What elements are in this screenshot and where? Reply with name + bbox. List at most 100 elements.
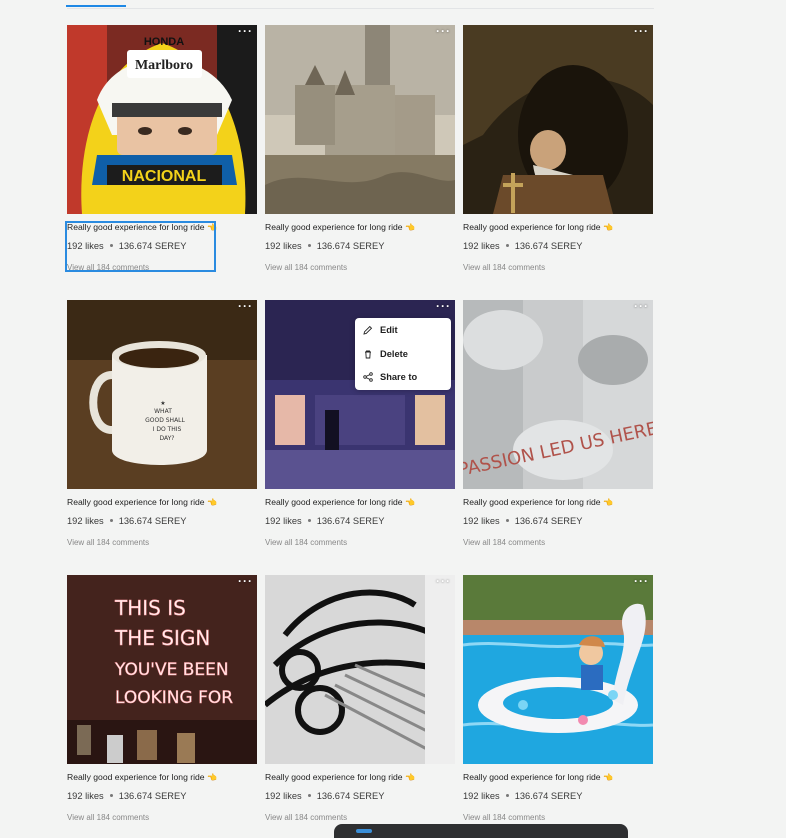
post-caption: Really good experience for long ride 👈 — [265, 497, 415, 507]
post-image[interactable]: ··· — [265, 575, 455, 764]
post-image[interactable]: ★ WHAT GOOD SHALL I DO THIS DAY? ··· — [67, 300, 257, 489]
amount-value: 136.674 SEREY — [514, 516, 583, 526]
pencil-icon — [363, 325, 373, 335]
menu-item-label: Delete — [380, 349, 408, 359]
caption-emoji: 👈 — [602, 223, 613, 232]
amount-value: 136.674 SEREY — [118, 516, 187, 526]
post-stats: 192 likes 136.674 SEREY — [265, 516, 384, 526]
more-options-icon[interactable]: ··· — [436, 25, 451, 37]
helmet-sponsor-text: Marlboro — [135, 58, 193, 73]
view-comments-link[interactable]: View all 184 comments — [463, 813, 545, 822]
likes-count: 192 likes — [463, 241, 500, 251]
more-options-icon[interactable]: ··· — [238, 575, 253, 587]
tab-bar — [67, 0, 654, 9]
caption-emoji: 👈 — [404, 223, 415, 232]
caption-text: Really good experience for long ride — [265, 497, 403, 507]
caption-text: Really good experience for long ride — [265, 222, 403, 232]
more-options-icon[interactable]: ··· — [634, 25, 649, 37]
post-stats: 192 likes 136.674 SEREY — [463, 791, 582, 801]
likes-count: 192 likes — [463, 791, 500, 801]
more-options-icon[interactable]: ··· — [238, 300, 253, 312]
caption-emoji: 👈 — [404, 498, 415, 507]
caption-emoji: 👈 — [602, 498, 613, 507]
neon-line-4: LOOKING FOR — [115, 688, 233, 708]
helmet-top-text: HONDA — [144, 36, 184, 48]
likes-count: 192 likes — [463, 516, 500, 526]
caption-text: Really good experience for long ride — [463, 222, 601, 232]
separator-dot — [307, 244, 311, 247]
more-options-icon[interactable]: ··· — [238, 25, 253, 37]
mug-line-3: I DO THIS — [153, 426, 182, 433]
amount-value: 136.674 SEREY — [514, 241, 583, 251]
post-caption: Really good experience for long ride 👈 — [463, 222, 613, 232]
view-comments-link[interactable]: View all 184 comments — [265, 813, 347, 822]
view-comments-link[interactable]: View all 184 comments — [265, 263, 347, 272]
trash-icon — [363, 349, 373, 359]
post-image[interactable]: THIS IS THE SIGN YOU'VE BEEN LOOKING FOR… — [67, 575, 257, 764]
separator-dot — [505, 519, 509, 522]
post-image[interactable]: PASSION LED US HERE ··· — [463, 300, 653, 489]
view-comments-link[interactable]: View all 184 comments — [67, 538, 149, 547]
post-stats: 192 likes 136.674 SEREY — [463, 241, 582, 251]
post-image[interactable]: ··· — [463, 25, 653, 214]
post-image[interactable]: NACIONAL Marlboro HONDA ··· — [67, 25, 257, 214]
caption-emoji: 👈 — [206, 498, 217, 507]
separator-dot — [505, 794, 509, 797]
post-stats: 192 likes 136.674 SEREY — [67, 791, 186, 801]
amount-value: 136.674 SEREY — [316, 516, 385, 526]
neon-line-3: YOU'VE BEEN — [114, 660, 229, 680]
helmet-band-text: NACIONAL — [122, 168, 207, 185]
view-comments-link[interactable]: View all 184 comments — [463, 263, 545, 272]
amount-value: 136.674 SEREY — [514, 791, 583, 801]
menu-item-edit[interactable]: Edit — [355, 319, 451, 341]
more-options-icon[interactable]: ··· — [436, 575, 451, 587]
post-image[interactable]: ··· — [463, 575, 653, 764]
bottom-bar — [334, 824, 628, 838]
selection-highlight — [65, 221, 216, 272]
post-stats: 192 likes 136.674 SEREY — [265, 241, 384, 251]
menu-item-share[interactable]: Share to — [355, 366, 451, 388]
caption-text: Really good experience for long ride — [67, 497, 205, 507]
view-comments-link[interactable]: View all 184 comments — [265, 538, 347, 547]
caption-text: Really good experience for long ride — [67, 772, 205, 782]
separator-dot — [505, 244, 509, 247]
post-caption: Really good experience for long ride 👈 — [463, 772, 613, 782]
context-menu: Edit Delete Share to — [355, 318, 451, 390]
caption-emoji: 👈 — [602, 773, 613, 782]
post-image[interactable]: ··· — [265, 25, 455, 214]
view-comments-link[interactable]: View all 184 comments — [67, 813, 149, 822]
active-tab-indicator — [66, 5, 126, 7]
amount-value: 136.674 SEREY — [316, 791, 385, 801]
caption-emoji: 👈 — [404, 773, 415, 782]
post-caption: Really good experience for long ride 👈 — [67, 772, 217, 782]
post-stats: 192 likes 136.674 SEREY — [463, 516, 582, 526]
svg-text:★: ★ — [160, 400, 165, 407]
mug-line-1: WHAT — [154, 408, 172, 415]
separator-dot — [109, 519, 113, 522]
more-options-icon[interactable]: ··· — [634, 300, 649, 312]
bottom-bar-indicator — [356, 829, 372, 833]
post-caption: Really good experience for long ride 👈 — [265, 772, 415, 782]
more-options-icon[interactable]: ··· — [436, 300, 451, 312]
post-stats: 192 likes 136.674 SEREY — [265, 791, 384, 801]
amount-value: 136.674 SEREY — [118, 791, 187, 801]
post-stats: 192 likes 136.674 SEREY — [67, 516, 186, 526]
post-caption: Really good experience for long ride 👈 — [67, 497, 217, 507]
menu-item-label: Edit — [380, 325, 398, 335]
mug-line-4: DAY? — [159, 435, 174, 442]
mug-line-2: GOOD SHALL — [145, 417, 185, 424]
likes-count: 192 likes — [265, 791, 302, 801]
caption-text: Really good experience for long ride — [463, 497, 601, 507]
separator-dot — [307, 794, 311, 797]
post-caption: Really good experience for long ride 👈 — [463, 497, 613, 507]
neon-line-1: THIS IS — [114, 596, 186, 620]
post-caption: Really good experience for long ride 👈 — [265, 222, 415, 232]
more-options-icon[interactable]: ··· — [634, 575, 649, 587]
caption-text: Really good experience for long ride — [265, 772, 403, 782]
caption-emoji: 👈 — [206, 773, 217, 782]
menu-item-label: Share to — [380, 372, 418, 382]
view-comments-link[interactable]: View all 184 comments — [463, 538, 545, 547]
menu-item-delete[interactable]: Delete — [355, 343, 451, 365]
amount-value: 136.674 SEREY — [316, 241, 385, 251]
likes-count: 192 likes — [67, 791, 104, 801]
